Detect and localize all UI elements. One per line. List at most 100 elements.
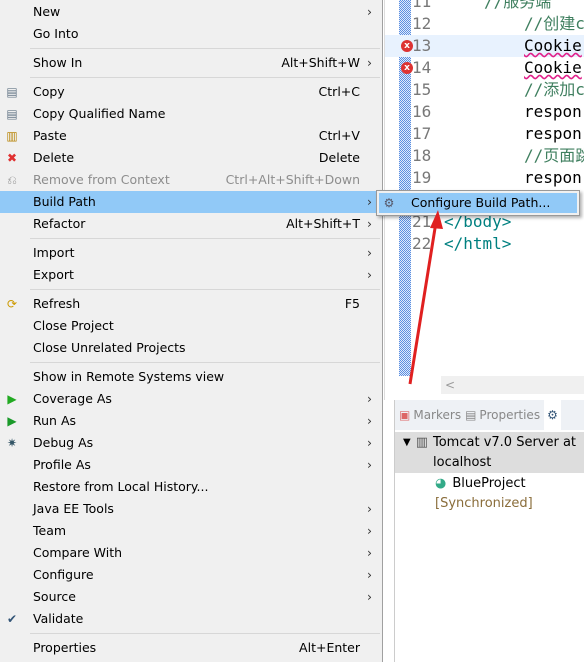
line-number: 12 xyxy=(412,14,432,33)
code-line[interactable]: 11 //服务端 xyxy=(385,0,584,13)
build-path-submenu: ⚙ Configure Build Path... xyxy=(376,190,580,216)
menu-item-label: Refactor xyxy=(33,216,86,231)
chevron-right-icon: › xyxy=(367,523,372,538)
code-line[interactable]: 15 //添加c xyxy=(385,79,584,101)
check-icon: ✔ xyxy=(6,612,18,626)
menu-item-label: New xyxy=(33,4,61,19)
code-line[interactable]: x 13 Cookie xyxy=(385,35,584,57)
menu-item-label: Restore from Local History... xyxy=(33,479,209,494)
menu-item-restore-from-local-history[interactable]: Restore from Local History... xyxy=(0,476,382,498)
remove-context-icon: ⎌ xyxy=(7,173,17,187)
chevron-right-icon: › xyxy=(367,4,372,19)
chevron-right-icon: › xyxy=(367,55,372,70)
menu-item-copy[interactable]: ▤ Copy Ctrl+C xyxy=(0,81,382,103)
code-line[interactable]: 16 respon xyxy=(385,101,584,123)
menu-item-label: Delete xyxy=(33,150,75,165)
delete-icon: ✖ xyxy=(6,151,18,165)
menu-item-source[interactable]: Source › xyxy=(0,586,382,608)
menu-item-label: Remove from Context xyxy=(33,172,170,187)
chevron-right-icon: › xyxy=(367,435,372,450)
menu-item-label: Build Path xyxy=(33,194,96,209)
menu-item-profile-as[interactable]: Profile As › xyxy=(0,454,382,476)
menu-item-paste[interactable]: ▥ Paste Ctrl+V xyxy=(0,125,382,147)
menu-item-configure-build-path[interactable]: ⚙ Configure Build Path... xyxy=(379,193,577,213)
menu-item-go-into[interactable]: Go Into xyxy=(0,23,382,45)
scroll-left-icon[interactable]: < xyxy=(445,378,455,392)
chevron-down-icon[interactable]: ▼ xyxy=(403,433,411,453)
code-text: Cookie xyxy=(524,36,582,55)
menu-item-show-in-remote-systems-view[interactable]: Show in Remote Systems view xyxy=(0,366,382,388)
menu-item-label: Configure xyxy=(33,567,94,582)
menu-item-label: Show in Remote Systems view xyxy=(33,369,225,384)
menu-item-show-in[interactable]: Show In Alt+Shift+W › xyxy=(0,52,382,74)
copy-qualified-name-icon: ▤ xyxy=(6,107,18,121)
code-text: //创建c xyxy=(524,14,584,33)
menu-item-label: Show In xyxy=(33,55,83,70)
menu-item-java-ee-tools[interactable]: Java EE Tools › xyxy=(0,498,382,520)
chevron-right-icon: › xyxy=(367,216,372,231)
code-text: respon xyxy=(524,124,582,143)
shortcut-label: Ctrl+Alt+Shift+Down xyxy=(225,172,360,187)
shortcut-label: Alt+Shift+W xyxy=(281,55,360,70)
horizontal-scrollbar[interactable]: < xyxy=(441,376,584,394)
code-line[interactable]: 17 respon xyxy=(385,123,584,145)
menu-item-team[interactable]: Team › xyxy=(0,520,382,542)
tab-markers[interactable]: ▣ Markers xyxy=(399,408,461,422)
chevron-right-icon: › xyxy=(367,413,372,428)
menu-item-label: Close Unrelated Projects xyxy=(33,340,186,355)
menu-item-close-unrelated-projects[interactable]: Close Unrelated Projects xyxy=(0,337,382,359)
menu-item-export[interactable]: Export › xyxy=(0,264,382,286)
tab-servers[interactable]: ⚙ xyxy=(544,400,561,430)
menu-separator xyxy=(0,45,382,52)
menu-item-label: Export xyxy=(33,267,74,282)
menu-item-properties[interactable]: Properties Alt+Enter xyxy=(0,637,382,659)
refresh-icon: ⟳ xyxy=(6,297,18,311)
menu-separator xyxy=(0,630,382,637)
paste-icon: ▥ xyxy=(6,129,18,143)
menu-item-build-path[interactable]: Build Path › xyxy=(0,191,382,213)
shortcut-label: Delete xyxy=(318,150,360,165)
menu-item-label: Copy xyxy=(33,84,65,99)
menu-item-refactor[interactable]: Refactor Alt+Shift+T › xyxy=(0,213,382,235)
chevron-right-icon: › xyxy=(367,545,372,560)
markers-icon: ▣ xyxy=(399,408,411,422)
code-line[interactable]: x 14 Cookie xyxy=(385,57,584,79)
menu-item-close-project[interactable]: Close Project xyxy=(0,315,382,337)
menu-item-run-as[interactable]: ▶ Run As › xyxy=(0,410,382,432)
menu-item-copy-qualified-name[interactable]: ▤ Copy Qualified Name xyxy=(0,103,382,125)
menu-item-compare-with[interactable]: Compare With › xyxy=(0,542,382,564)
tree-item-server[interactable]: ▼ ▥ Tomcat v7.0 Server at localhost xyxy=(395,432,584,473)
code-text: Cookie xyxy=(524,58,582,77)
coverage-icon: ▶ xyxy=(7,392,17,406)
copy-icon: ▤ xyxy=(6,85,18,99)
menu-item-import[interactable]: Import › xyxy=(0,242,382,264)
tab-properties[interactable]: ▤ Properties xyxy=(465,408,540,422)
chevron-right-icon: › xyxy=(367,501,372,516)
menu-item-validate[interactable]: ✔ Validate xyxy=(0,608,382,630)
menu-item-delete[interactable]: ✖ Delete Delete xyxy=(0,147,382,169)
code-text: respon xyxy=(524,102,582,121)
shortcut-label: Alt+Shift+T xyxy=(286,216,360,231)
menu-item-refresh[interactable]: ⟳ Refresh F5 xyxy=(0,293,382,315)
menu-item-new[interactable]: New › xyxy=(0,1,382,23)
menu-item-label: Coverage As xyxy=(33,391,112,406)
menu-item-label: Compare With xyxy=(33,545,123,560)
chevron-right-icon: › xyxy=(367,567,372,582)
chevron-right-icon: › xyxy=(367,457,372,472)
menu-item-coverage-as[interactable]: ▶ Coverage As › xyxy=(0,388,382,410)
chevron-right-icon: › xyxy=(367,194,372,209)
code-line[interactable]: 18 //页面跳 xyxy=(385,145,584,167)
menu-item-label: Java EE Tools xyxy=(33,501,114,516)
tree-item-project[interactable]: ◕ BlueProject [Synchronized] xyxy=(395,473,584,514)
menu-item-label: Run As xyxy=(33,413,77,428)
menu-item-debug-as[interactable]: ✷ Debug As › xyxy=(0,432,382,454)
code-line[interactable]: 22 </html> xyxy=(385,233,584,255)
menu-item-remove-from-context: ⎌ Remove from Context Ctrl+Alt+Shift+Down xyxy=(0,169,382,191)
menu-item-configure[interactable]: Configure › xyxy=(0,564,382,586)
menu-item-label: Validate xyxy=(33,611,84,626)
server-icon: ▥ xyxy=(415,435,428,450)
chevron-right-icon: › xyxy=(367,245,372,260)
code-line[interactable]: 19 respon xyxy=(385,167,584,189)
code-line[interactable]: 12 //创建c xyxy=(385,13,584,35)
project-icon: ◕ xyxy=(435,476,447,491)
